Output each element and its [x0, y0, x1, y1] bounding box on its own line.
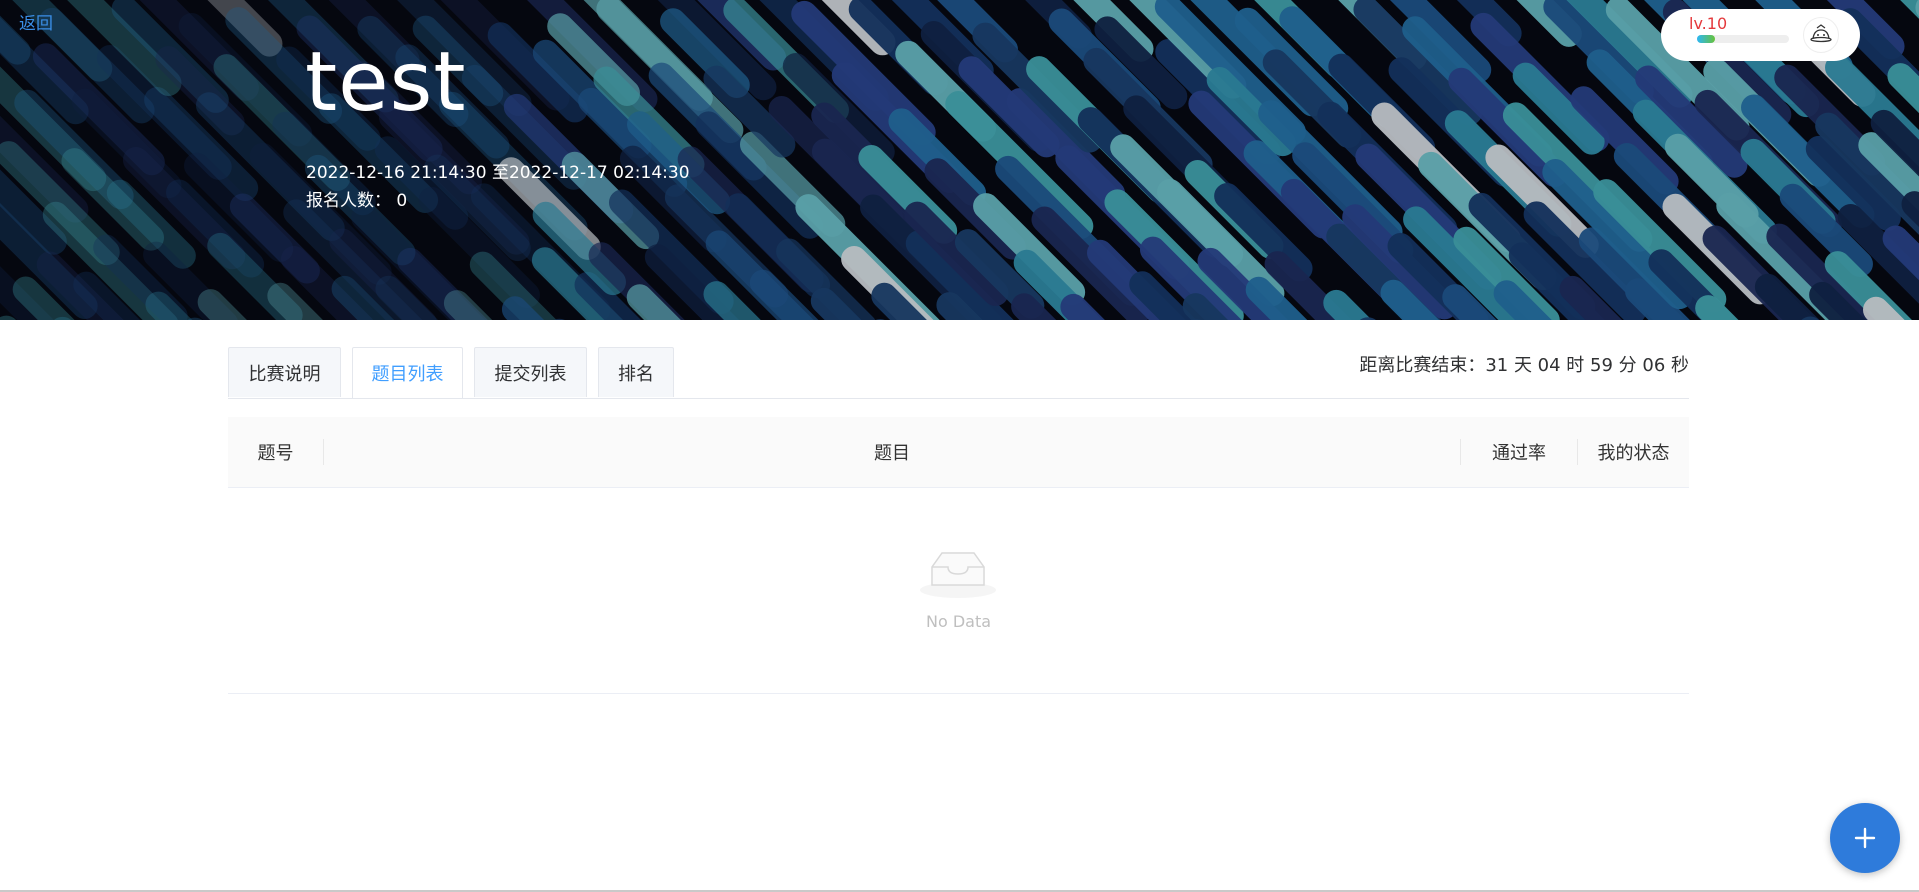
column-header-pass-rate[interactable]: 通过率 — [1461, 417, 1577, 487]
tab-contest-description[interactable]: 比赛说明 — [228, 347, 341, 397]
plus-icon — [1854, 827, 1876, 849]
column-header-number[interactable]: 题号 — [228, 417, 323, 487]
signup-count-row: 报名人数： 0 — [306, 186, 407, 211]
contest-countdown: 距离比赛结束：31 天 04 时 59 分 06 秒 — [1359, 355, 1689, 376]
contest-tabs: 比赛说明 题目列表 提交列表 排名 距离比赛结束：31 天 04 时 59 分 … — [228, 347, 1689, 399]
tab-problem-list[interactable]: 题目列表 — [352, 347, 463, 398]
column-header-problem[interactable]: 题目 — [324, 417, 1460, 487]
user-avatar-icon[interactable] — [1803, 17, 1839, 53]
signup-count: 0 — [396, 191, 408, 211]
banner-background-pattern — [0, 0, 1919, 320]
contest-title: test — [305, 35, 467, 130]
level-progress-bar — [1697, 35, 1789, 43]
empty-text: No Data — [925, 612, 992, 631]
floating-add-button[interactable] — [1830, 803, 1900, 873]
back-link[interactable]: 返回 — [19, 9, 53, 34]
tab-submission-list[interactable]: 提交列表 — [474, 347, 587, 397]
contest-time-range: 2022-12-16 21:14:30 至2022-12-17 02:14:30 — [306, 163, 690, 183]
column-header-my-status[interactable]: 我的状态 — [1578, 417, 1689, 487]
contest-banner — [0, 0, 1919, 320]
user-info-pill[interactable]: lv.10 — [1661, 9, 1860, 61]
signup-label: 报名人数： — [306, 191, 391, 211]
problem-table-header: 题号 题目 通过率 我的状态 — [228, 417, 1689, 488]
problem-table-empty: No Data — [228, 487, 1689, 694]
tab-ranking[interactable]: 排名 — [598, 347, 674, 397]
inbox-icon — [918, 545, 998, 605]
level-label: lv.10 — [1689, 14, 1728, 33]
level-progress-fill — [1697, 35, 1716, 43]
